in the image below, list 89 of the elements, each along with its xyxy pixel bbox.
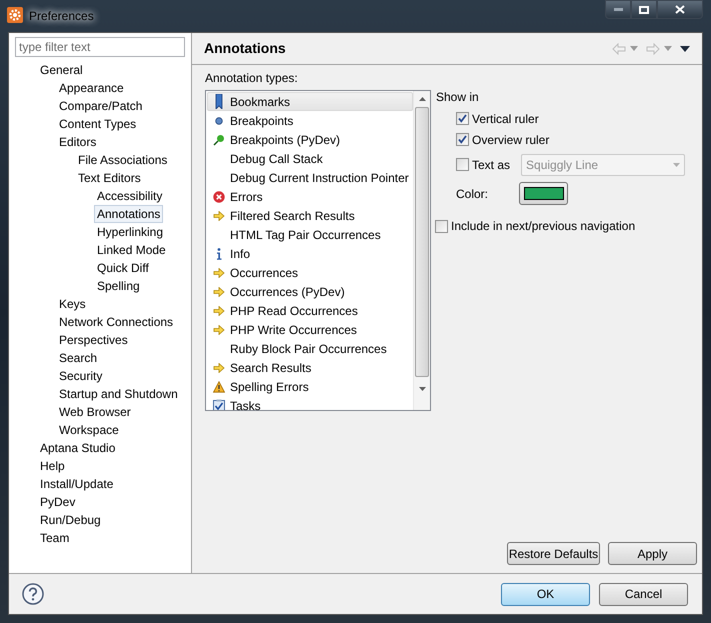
pin-icon [213, 134, 225, 146]
option-label: Text as [472, 156, 510, 174]
scrollbar-thumb[interactable] [415, 107, 429, 377]
list-item[interactable]: PHP Write Occurrences [207, 320, 413, 339]
tree-item[interactable]: Appearance [56, 79, 127, 97]
list-item[interactable]: Errors [207, 187, 413, 206]
option-label: Include in next/previous navigation [451, 218, 636, 235]
list-item[interactable]: Occurrences (PyDev) [207, 282, 413, 301]
minimize-button[interactable] [605, 0, 631, 19]
list-item[interactable]: PHP Read Occurrences [207, 301, 413, 320]
tree-item[interactable]: Team [37, 529, 72, 547]
warning-icon [213, 380, 225, 392]
list-item[interactable]: Spelling Errors [207, 377, 413, 396]
scroll-up-icon[interactable] [418, 97, 426, 101]
close-icon [675, 5, 685, 14]
maximize-button[interactable] [631, 0, 657, 19]
tree-item[interactable]: Network Connections [56, 313, 176, 331]
filter-field[interactable]: type filter text [15, 37, 185, 57]
list-item[interactable]: Filtered Search Results [207, 206, 413, 225]
arrow-icon [213, 210, 225, 220]
option-label: Vertical ruler [472, 110, 539, 128]
arrow-icon [213, 286, 225, 296]
arrow-icon [213, 268, 225, 278]
tree-item[interactable]: Web Browser [56, 403, 134, 421]
tree-item[interactable]: File Associations [75, 151, 170, 169]
tree-item[interactable]: Accessibility [94, 187, 166, 205]
tree-item[interactable]: Quick Diff [94, 259, 152, 277]
tree-item[interactable]: Editors [56, 133, 100, 151]
option-label: Overview ruler [472, 132, 550, 148]
cancel-button[interactable]: Cancel [599, 582, 688, 606]
list-item[interactable]: Debug Call Stack [207, 149, 413, 168]
window-title: Preferences [29, 8, 94, 25]
tree-item[interactable]: Hyperlinking [94, 223, 166, 241]
bookmark-icon [215, 94, 223, 109]
scrollbar[interactable] [413, 91, 430, 410]
tree-item[interactable]: Spelling [94, 277, 143, 295]
scroll-down-icon[interactable] [418, 387, 426, 391]
tree-item[interactable]: Startup and Shutdown [56, 385, 181, 403]
tree-item[interactable]: Security [56, 367, 106, 385]
list-item[interactable]: Info [207, 244, 413, 263]
page-title: Annotations [204, 39, 286, 58]
list-item[interactable]: Bookmarks [207, 92, 413, 111]
list-item[interactable]: Breakpoints (PyDev) [207, 130, 413, 149]
arrow-icon [213, 306, 225, 316]
error-icon [213, 190, 225, 202]
help-icon[interactable] [22, 583, 44, 605]
caret-icon [673, 162, 680, 166]
dot-icon [215, 116, 223, 124]
arrow-icon [213, 324, 225, 334]
tree-item[interactable]: Perspectives [56, 331, 131, 349]
tree-item[interactable]: Linked Mode [94, 241, 169, 259]
checkbox[interactable] [456, 158, 469, 171]
checkbox[interactable] [456, 133, 469, 146]
tree-item[interactable]: Help [37, 457, 68, 475]
style-dropdown: Squiggly Line [521, 154, 686, 176]
tree-item[interactable]: Install/Update [37, 475, 116, 493]
tree-item[interactable]: Annotations [94, 205, 164, 223]
gear-icon [7, 7, 23, 23]
tree-item[interactable]: Text Editors [75, 169, 144, 187]
menu-caret-icon[interactable] [680, 46, 690, 52]
tree-item[interactable]: PyDev [37, 493, 78, 511]
show-in-label: Show in [436, 90, 480, 105]
task-icon [213, 399, 225, 410]
tree-item[interactable]: Workspace [56, 421, 122, 439]
list-item[interactable]: Breakpoints [207, 111, 413, 130]
ok-button[interactable]: OK [501, 582, 590, 606]
apply-button[interactable]: Apply [608, 542, 697, 565]
checkbox[interactable] [435, 220, 448, 232]
tree-item[interactable]: Aptana Studio [37, 439, 118, 457]
tree-item[interactable]: General [37, 61, 86, 79]
checkbox[interactable] [456, 112, 469, 125]
list-item[interactable]: Occurrences [207, 263, 413, 282]
arrow-icon [213, 362, 225, 372]
tree-item[interactable]: Content Types [56, 115, 140, 133]
color-label: Color: [456, 186, 490, 202]
list-item[interactable]: Tasks [207, 396, 413, 410]
restore-defaults-button[interactable]: Restore Defaults [507, 542, 600, 565]
list-item[interactable]: Ruby Block Pair Occurrences [207, 339, 413, 358]
list-item[interactable]: Search Results [207, 358, 413, 377]
tree-item[interactable]: Compare/Patch [56, 97, 146, 115]
list-label: Annotation types: [205, 71, 299, 86]
list-item[interactable]: Debug Current Instruction Pointer [207, 168, 413, 187]
tree-item[interactable]: Keys [56, 295, 89, 313]
close-button[interactable] [657, 0, 703, 19]
tree-item[interactable]: Search [56, 349, 100, 367]
info-icon [216, 248, 222, 260]
tree-item[interactable]: Run/Debug [37, 511, 104, 529]
color-button[interactable] [519, 182, 568, 205]
list-item[interactable]: HTML Tag Pair Occurrences [207, 225, 413, 244]
